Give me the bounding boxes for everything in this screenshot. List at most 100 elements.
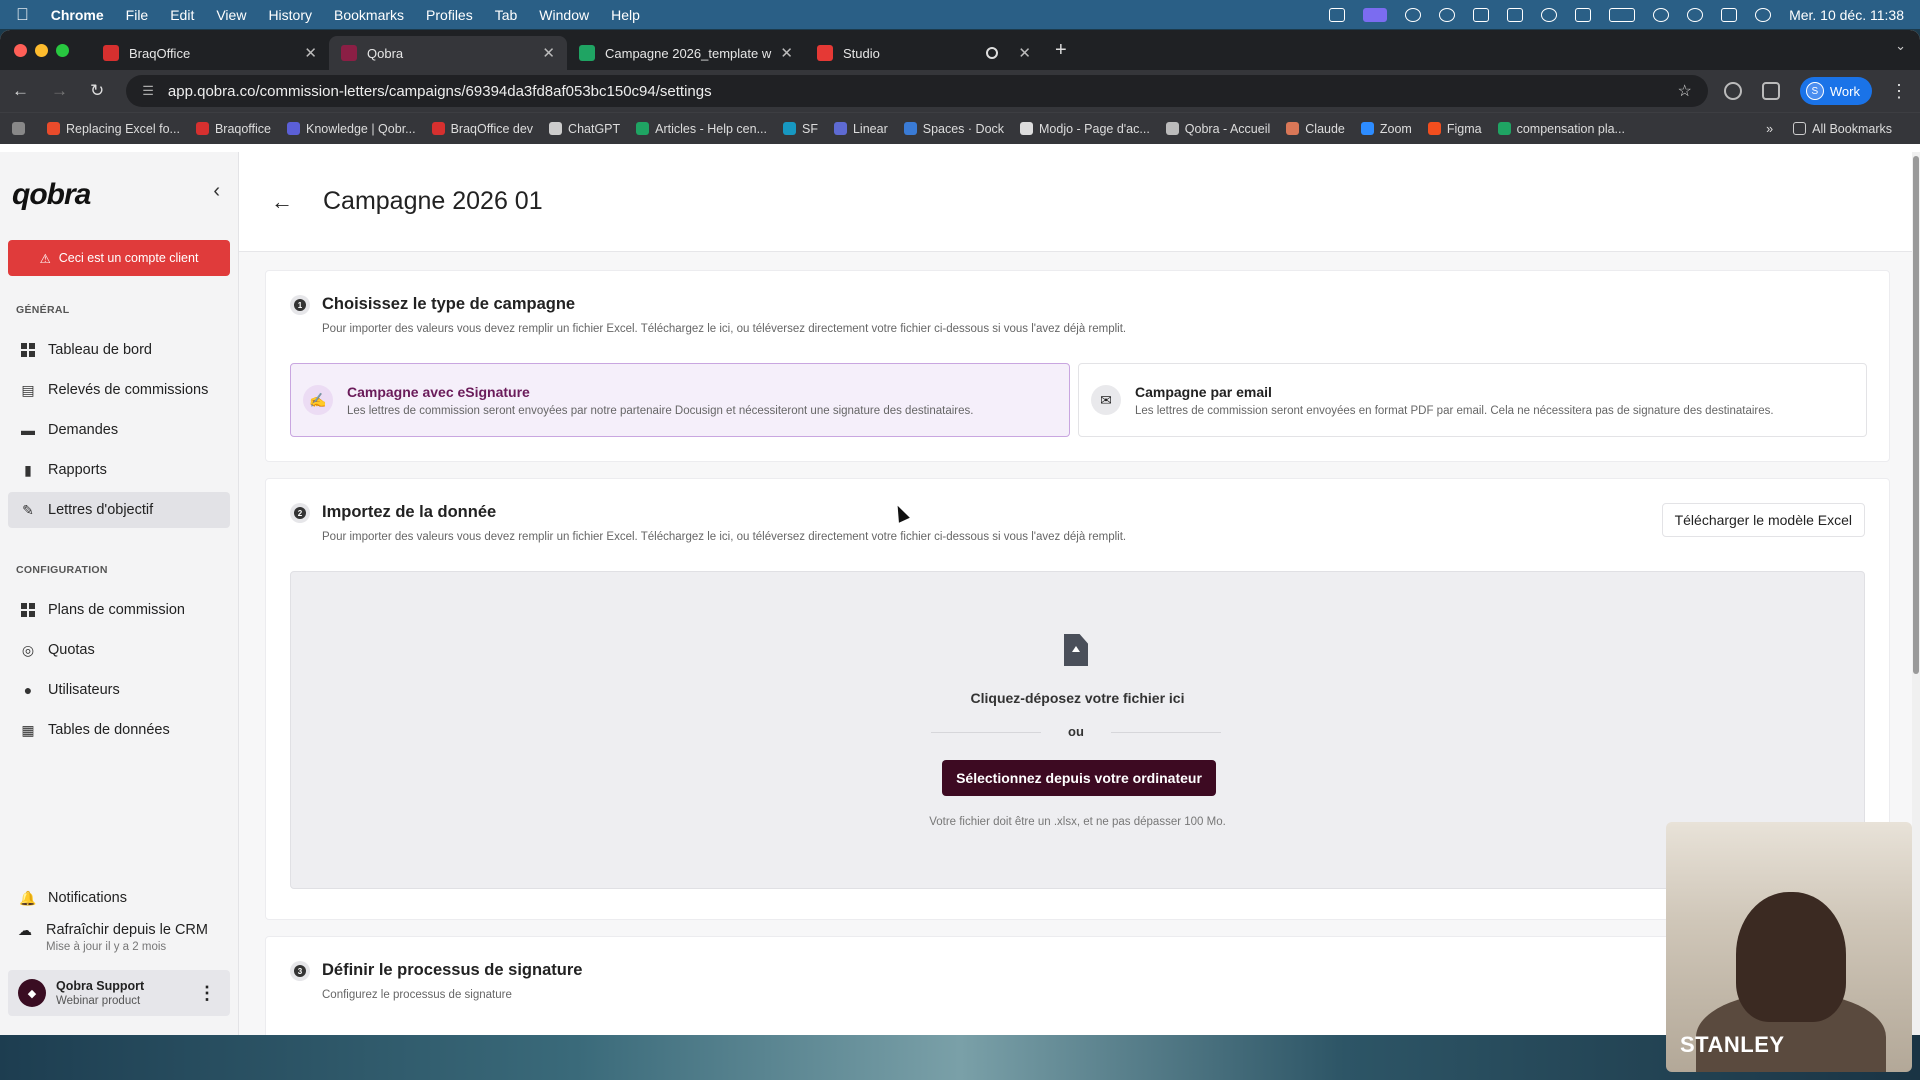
warning-icon: ⚠ [39, 251, 51, 266]
close-tab-icon[interactable]: ✕ [1018, 44, 1031, 62]
user-card[interactable]: ◆ Qobra Support Webinar product ⋮ [8, 970, 230, 1016]
address-bar[interactable]: ☰ app.qobra.co/commission-letters/campai… [126, 75, 1708, 107]
download-template-button[interactable]: Télécharger le modèle Excel [1661, 503, 1865, 537]
menu-history[interactable]: History [268, 7, 312, 23]
grid-status-icon[interactable] [1329, 7, 1346, 22]
menu-profiles[interactable]: Profiles [426, 7, 473, 23]
bookmark-item[interactable]: Modjo - Page d'ac... [1020, 122, 1150, 136]
option-desc: Les lettres de commission seront envoyée… [1135, 404, 1774, 417]
bookmark-item[interactable]: Braqoffice [195, 122, 271, 136]
avatar: ◆ [18, 979, 46, 1007]
site-settings-icon[interactable]: ☰ [142, 83, 154, 99]
select-file-button[interactable]: Sélectionnez depuis votre ordinateur [942, 760, 1216, 796]
control-center-icon[interactable] [1721, 7, 1738, 22]
tab-search-icon[interactable]: ⌄ [1895, 38, 1906, 54]
apps-status-icon[interactable] [1507, 7, 1524, 22]
bookmark-item[interactable]: compensation pla... [1497, 122, 1625, 136]
minimize-window-button[interactable] [35, 43, 48, 57]
screen-share-icon[interactable] [1363, 7, 1388, 22]
sidebar-item-reports[interactable]: ▮ Rapports [8, 452, 230, 488]
bookmark-item[interactable]: SF [783, 122, 818, 136]
bookmark-item[interactable]: Knowledge | Qobr... [287, 122, 416, 136]
bookmark-item[interactable]: BraqOffice dev [431, 122, 533, 136]
close-tab-icon[interactable]: ✕ [542, 44, 555, 62]
profile-button[interactable]: S Work [1799, 77, 1872, 105]
extension-icon[interactable] [1723, 82, 1742, 100]
sidebar-item-notifications[interactable]: 🔔 Notifications [8, 880, 230, 916]
sidebar-item-commission-plans[interactable]: Plans de commission [8, 592, 230, 628]
bookmark-label: Claude [1305, 121, 1345, 136]
sidebar-item-objective-letters[interactable]: ✎ Lettres d'objectif [8, 492, 230, 528]
close-tab-icon[interactable]: ✕ [780, 44, 793, 62]
forward-arrow-icon[interactable]: → [51, 81, 68, 101]
option-esignature[interactable]: ✍ Campagne avec eSignature Les lettres de… [290, 363, 1070, 437]
menu-edit[interactable]: Edit [170, 7, 194, 23]
circle-status-icon[interactable] [1439, 7, 1456, 22]
bookmark-item[interactable]: Figma [1427, 122, 1482, 136]
back-arrow-icon[interactable]: ← [271, 189, 293, 215]
reload-icon[interactable]: ↻ [90, 81, 104, 101]
menu-help[interactable]: Help [611, 7, 640, 23]
client-account-alert: ⚠ Ceci est un compte client [8, 240, 230, 276]
nav-label: Notifications [48, 890, 127, 906]
zoom-window-button[interactable] [56, 43, 69, 57]
bookmark-item[interactable]: Claude [1286, 122, 1345, 136]
bookmark-item[interactable]: Linear [833, 122, 888, 136]
menu-file[interactable]: File [126, 7, 149, 23]
recording-icon [986, 47, 999, 59]
sidebar-item-users[interactable]: ● Utilisateurs [8, 672, 230, 708]
bookmark-item[interactable]: Zoom [1360, 122, 1412, 136]
tab-studio[interactable]: Studio ✕ [805, 36, 1043, 70]
back-arrow-icon[interactable]: ← [12, 81, 29, 101]
bookmark-item[interactable]: Articles - Help cen... [636, 122, 767, 136]
github-status-icon[interactable] [1405, 7, 1422, 22]
apps-grid-icon[interactable] [12, 122, 31, 135]
scrollbar-thumb[interactable] [1913, 156, 1919, 674]
sheets-favicon-icon [579, 45, 595, 61]
nav-label: Lettres d'objectif [48, 502, 154, 518]
tab-campagne-template[interactable]: Campagne 2026_template w ✕ [567, 36, 805, 70]
search-icon[interactable] [1687, 7, 1704, 22]
chrome-menu-icon[interactable]: ⋮ [1890, 81, 1908, 102]
menu-app-name[interactable]: Chrome [51, 7, 104, 23]
wifi-icon[interactable] [1653, 7, 1670, 22]
tab-qobra[interactable]: Qobra ✕ [329, 36, 567, 70]
bookmark-item[interactable]: ChatGPT [549, 122, 620, 136]
menu-tab[interactable]: Tab [495, 7, 518, 23]
bookmark-star-icon[interactable]: ☆ [1678, 81, 1692, 101]
menu-bookmarks[interactable]: Bookmarks [334, 7, 404, 23]
apple-icon[interactable]:  [16, 5, 29, 25]
close-window-button[interactable] [14, 43, 27, 57]
menubar-datetime[interactable]: Mer. 10 déc. 11:38 [1789, 7, 1904, 23]
bookmark-item[interactable]: Spaces · Dock [903, 122, 1004, 136]
more-bookmarks-icon[interactable]: » [1766, 122, 1773, 136]
puzzle-icon[interactable] [1761, 82, 1780, 100]
sidebar-item-data-tables[interactable]: ▦ Tables de données [8, 712, 230, 748]
more-options-icon[interactable]: ⋮ [198, 983, 216, 1004]
option-email[interactable]: ✉ Campagne par email Les lettres de commi… [1078, 363, 1867, 437]
sidebar-item-quotas[interactable]: ◎ Quotas [8, 632, 230, 668]
qobra-logo[interactable]: qobra [12, 178, 91, 212]
bookmark-favicon-icon [1497, 122, 1511, 135]
close-tab-icon[interactable]: ✕ [304, 44, 317, 62]
bookmark-item[interactable]: Replacing Excel fo... [47, 122, 180, 136]
battery-icon[interactable] [1609, 7, 1636, 22]
new-tab-button[interactable]: + [1055, 39, 1067, 62]
bookmark-item[interactable]: Qobra - Accueil [1165, 122, 1270, 136]
page-scrollbar[interactable] [1912, 152, 1920, 1035]
menu-view[interactable]: View [216, 7, 246, 23]
display-icon[interactable] [1575, 7, 1592, 22]
moon-icon[interactable] [1541, 7, 1558, 22]
all-bookmarks-folder[interactable]: All Bookmarks [1793, 122, 1892, 136]
tab-braqoffice[interactable]: BraqOffice ✕ [91, 36, 329, 70]
a-status-icon[interactable] [1473, 7, 1490, 22]
refresh-crm-button[interactable]: ☁ Rafraîchir depuis le CRM Mise à jour il… [18, 922, 208, 953]
sidebar-item-dashboard[interactable]: Tableau de bord [8, 332, 230, 368]
signature-process-card: 3 Définir le processus de signature Conf… [265, 936, 1890, 1035]
menu-window[interactable]: Window [539, 7, 589, 23]
siri-icon[interactable] [1755, 7, 1772, 22]
collapse-sidebar-icon[interactable]: ‹ [213, 180, 220, 203]
file-dropzone[interactable]: Cliquez-déposez votre fichier ici ou Sél… [290, 571, 1865, 889]
sidebar-item-statements[interactable]: ▤ Relevés de commissions [8, 372, 230, 408]
sidebar-item-requests[interactable]: ▬ Demandes [8, 412, 230, 448]
